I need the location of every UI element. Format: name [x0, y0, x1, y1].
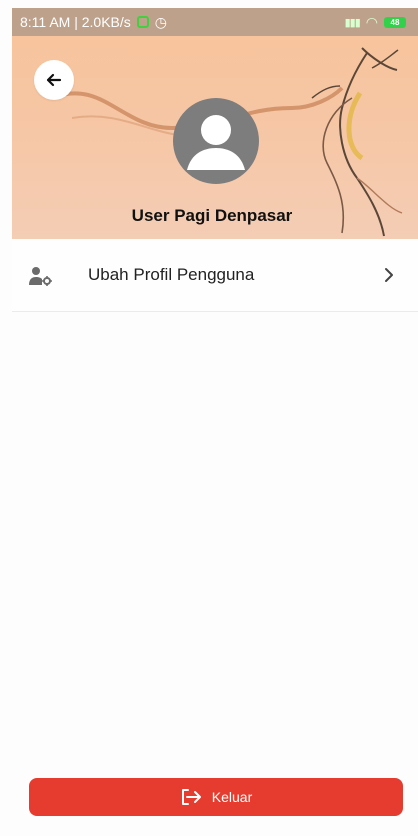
logout-button[interactable]: Keluar	[29, 778, 403, 816]
logout-icon	[181, 789, 201, 805]
profile-screen: 8:11 AM | 2.0KB/s ◷ ▮▮▮ ◠ 48 User Pagi D…	[0, 0, 418, 836]
chevron-right-icon	[385, 268, 393, 282]
battery-icon: 48	[384, 16, 406, 28]
alarm-icon	[136, 16, 149, 28]
battery-level: 48	[390, 17, 400, 27]
back-button[interactable]	[34, 60, 74, 100]
user-settings-icon	[29, 267, 52, 286]
user-icon	[187, 115, 245, 170]
status-time-speed: 8:11 AM | 2.0KB/s	[20, 14, 131, 30]
arrow-left-icon	[46, 73, 62, 87]
user-name: User Pagi Denpasar	[131, 206, 293, 225]
profile-header: 8:11 AM | 2.0KB/s ◷ ▮▮▮ ◠ 48 User Pagi D…	[12, 8, 418, 239]
menu-item-edit-profile[interactable]: Ubah Profil Pengguna	[12, 240, 418, 312]
clock-icon: ◷	[154, 13, 167, 30]
logout-label: Keluar	[211, 789, 253, 805]
status-bar: 8:11 AM | 2.0KB/s ◷ ▮▮▮ ◠ 48	[12, 8, 418, 36]
wifi-icon: ◠	[365, 13, 378, 30]
signal-icon: ▮▮▮	[344, 16, 361, 29]
menu-item-label: Ubah Profil Pengguna	[88, 265, 255, 284]
avatar	[173, 98, 259, 184]
